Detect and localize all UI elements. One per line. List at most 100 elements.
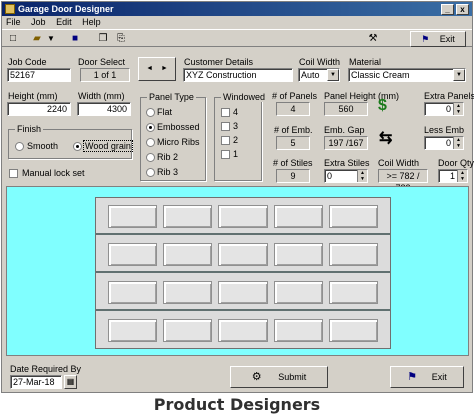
door-qty-label: Door Qty (438, 158, 474, 168)
open-icon[interactable]: ▰ (30, 32, 44, 45)
job-code-label: Job Code (8, 57, 47, 67)
num-stiles-field: 9 (276, 169, 310, 183)
windowed-2-checkbox[interactable] (221, 136, 230, 145)
save-icon[interactable]: ■ (68, 32, 82, 45)
door-qty-value: 1 (449, 171, 455, 181)
menu-file[interactable]: File (6, 17, 21, 27)
coil-width-result-field: >= 782 / 782 (378, 169, 428, 193)
embossed-panel (108, 205, 158, 228)
door-section (96, 236, 390, 273)
menu-help[interactable]: Help (82, 17, 101, 27)
panel-type-group: Panel Type Flat Embossed Micro Ribs Rib … (140, 92, 206, 181)
embossed-panel (273, 243, 323, 266)
manual-lock-label[interactable]: Manual lock set (22, 168, 85, 178)
prev-door-icon[interactable]: ◄ (146, 65, 153, 72)
new-icon[interactable]: □ (6, 32, 20, 45)
windowed-3-checkbox[interactable] (221, 122, 230, 131)
job-code-field[interactable]: 52167 (7, 68, 71, 82)
panel-type-micro-ribs-radio[interactable] (146, 138, 155, 147)
door-select-label: Door Select (78, 57, 126, 67)
panel-type-rib2-radio[interactable] (146, 153, 155, 162)
smooth-label[interactable]: Smooth (27, 141, 58, 151)
customer-details-field[interactable]: XYZ Construction (183, 68, 293, 82)
embossed-panel (218, 281, 268, 304)
embossed-panel (163, 205, 213, 228)
footer-bar: Date Required By 27-Mar-18 ▦ ⚙ Submit ⚑ … (2, 356, 472, 393)
width-field[interactable]: 4300 (77, 102, 131, 116)
swap-arrows-icon[interactable]: ⇆ (379, 128, 392, 148)
embossed-panel (328, 243, 378, 266)
less-emb-field[interactable]: 0 ▲ ▼ (424, 136, 464, 150)
wrench-icon[interactable]: ⚒ (366, 32, 380, 45)
coil-width-label: Coil Width (299, 57, 341, 67)
extra-panels-value: 0 (445, 104, 451, 114)
chevron-down-icon[interactable]: ▼ (453, 69, 465, 81)
paste-icon[interactable]: ⎘ (114, 32, 128, 45)
exit-door-icon: ⚑ (407, 371, 418, 383)
submit-button[interactable]: ⚙ Submit (230, 366, 328, 388)
windowed-2-label: 2 (233, 135, 239, 145)
windowed-title: Windowed (221, 92, 268, 102)
panel-type-embossed-label[interactable]: Embossed (157, 122, 200, 132)
embossed-panel (273, 281, 323, 304)
manual-lock-checkbox[interactable] (9, 169, 18, 178)
date-required-label: Date Required By (10, 364, 82, 374)
width-label: Width (mm) (78, 91, 125, 101)
dropdown-arrow-icon[interactable]: ▼ (44, 32, 58, 45)
less-emb-value: 0 (445, 138, 451, 148)
embossed-panel (163, 243, 213, 266)
panel-type-rib3-radio[interactable] (146, 168, 155, 177)
panel-type-flat-label[interactable]: Flat (157, 107, 172, 117)
toolbar-exit-button[interactable]: ⚑ Exit (410, 31, 466, 47)
extra-stiles-field[interactable]: 0 ▲ ▼ (324, 169, 368, 183)
windowed-4-label: 4 (233, 107, 239, 117)
wood-grain-radio[interactable] (73, 142, 82, 151)
door-qty-spinner[interactable]: ▲ ▼ (457, 170, 467, 182)
copy-icon[interactable]: ❐ (96, 32, 110, 45)
embossed-panel (163, 281, 213, 304)
calendar-icon[interactable]: ▦ (64, 375, 77, 389)
door-qty-field[interactable]: 1 ▲ ▼ (438, 169, 468, 183)
exit-label: Exit (431, 372, 447, 382)
windowed-3-label: 3 (233, 121, 239, 131)
num-emb-field: 5 (276, 136, 310, 150)
material-select[interactable]: Classic Cream ▼ (348, 68, 466, 82)
windowed-1-label: 1 (233, 149, 239, 159)
height-field[interactable]: 2240 (7, 102, 71, 116)
next-door-icon[interactable]: ► (161, 65, 168, 72)
smooth-radio[interactable] (15, 142, 24, 151)
title-bar: Garage Door Designer _ x (2, 2, 472, 16)
menu-job[interactable]: Job (31, 17, 46, 27)
close-button[interactable]: x (456, 4, 469, 15)
extra-stiles-spinner[interactable]: ▲ ▼ (357, 170, 367, 182)
door-nav-buttons[interactable]: ◄ ► (138, 57, 176, 81)
menu-edit[interactable]: Edit (56, 17, 72, 27)
windowed-4-checkbox[interactable] (221, 108, 230, 117)
exit-door-icon: ⚑ (421, 34, 430, 44)
coil-width-value: Auto (301, 70, 320, 80)
submit-gear-icon: ⚙ (251, 371, 262, 383)
panel-type-micro-ribs-label[interactable]: Micro Ribs (157, 137, 200, 147)
emb-gap-field: 197 /167 (324, 136, 368, 150)
coil-width-select[interactable]: Auto ▼ (298, 68, 340, 82)
embossed-panel (328, 281, 378, 304)
minimize-button[interactable]: _ (441, 4, 454, 15)
menu-bar: File Job Edit Help (2, 16, 472, 29)
embossed-panel (273, 205, 323, 228)
dollar-icon[interactable]: $ (378, 97, 387, 115)
wood-grain-label[interactable]: Wood grain (83, 140, 133, 152)
windowed-1-checkbox[interactable] (221, 150, 230, 159)
date-required-field[interactable]: 27-Mar-18 (10, 375, 62, 389)
chevron-down-icon[interactable]: ▼ (327, 69, 339, 81)
panel-type-rib3-label[interactable]: Rib 3 (157, 167, 178, 177)
embossed-panel (108, 319, 158, 342)
extra-panels-spinner[interactable]: ▲ ▼ (453, 103, 463, 115)
panel-type-rib2-label[interactable]: Rib 2 (157, 152, 178, 162)
extra-panels-field[interactable]: 0 ▲ ▼ (424, 102, 464, 116)
extra-stiles-label: Extra Stiles (324, 158, 370, 168)
less-emb-spinner[interactable]: ▲ ▼ (453, 137, 463, 149)
panel-type-flat-radio[interactable] (146, 108, 155, 117)
panel-type-embossed-radio[interactable] (146, 123, 155, 132)
app-icon (5, 4, 15, 14)
exit-button[interactable]: ⚑ Exit (390, 366, 464, 388)
